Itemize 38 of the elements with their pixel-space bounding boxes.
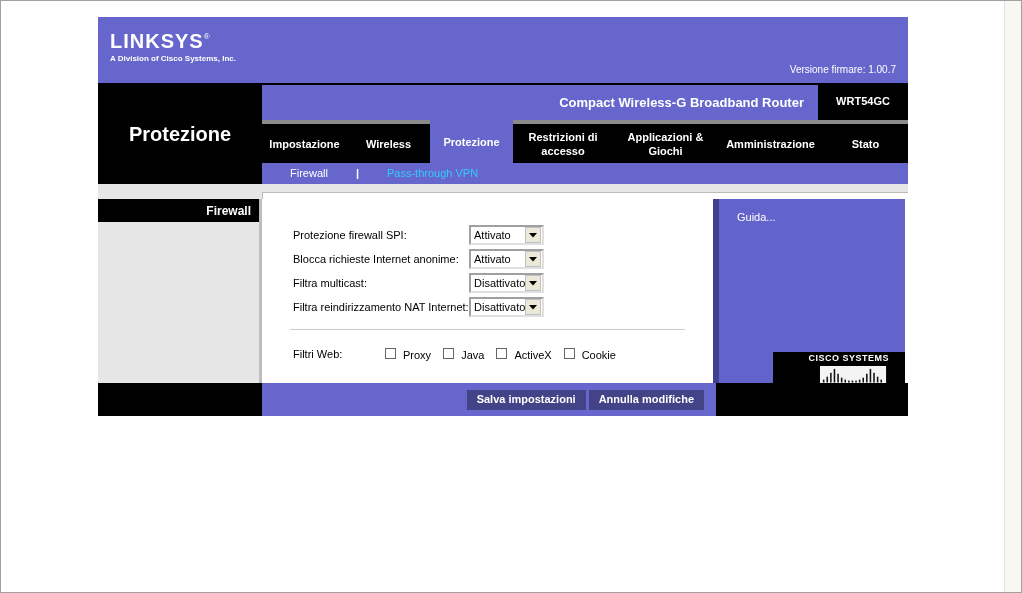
scrollbar[interactable]	[1004, 1, 1021, 592]
registered-mark: ®	[203, 31, 210, 41]
setting-label: Filtra reindirizzamento NAT Internet:	[293, 299, 469, 315]
setting-label: Blocca richieste Internet anonime:	[293, 251, 460, 267]
setting-select[interactable]: Disattivato	[469, 297, 544, 317]
setting-label: Protezione firewall SPI:	[293, 227, 408, 243]
checkbox[interactable]	[443, 348, 455, 360]
section-title: Protezione	[128, 121, 232, 147]
setting-select[interactable]: Disattivato	[469, 273, 544, 293]
tagline: A Division of Cisco Systems, Inc.	[110, 53, 236, 65]
checkbox[interactable]	[563, 348, 575, 360]
model-name: WRT54GC	[836, 94, 890, 110]
caret-icon	[525, 227, 541, 243]
product-name: Compact Wireless-G Broadband Router	[559, 93, 804, 112]
caret-icon	[525, 251, 541, 267]
checkbox[interactable]	[385, 348, 396, 360]
setting-select[interactable]: Attivato	[469, 249, 544, 269]
side-heading: Firewall	[206, 202, 251, 220]
subnav-link[interactable]: Firewall	[290, 165, 328, 182]
checkbox-label: ActiveX	[514, 348, 552, 363]
linksys-logo: LINKSYS	[110, 31, 204, 51]
checkbox-label: Cookie	[581, 348, 616, 363]
nav-tab[interactable]: Protezione	[430, 120, 513, 163]
checkbox[interactable]	[496, 348, 508, 360]
separator: |	[355, 166, 359, 182]
caret-icon	[525, 275, 541, 291]
checkbox-label: Java	[461, 348, 485, 363]
checkbox-label: Proxy	[403, 348, 432, 363]
setting-label: Filtra multicast:	[293, 275, 368, 291]
cisco-bars-icon	[819, 365, 889, 383]
firmware-version: Versione firmare: 1.00.7	[789, 63, 896, 77]
caret-icon	[525, 299, 541, 315]
setting-select[interactable]: Attivato	[469, 225, 544, 245]
web-filters-label: Filtri Web:	[293, 346, 344, 362]
action-button[interactable]: Salva impostazioni	[466, 389, 586, 410]
action-button[interactable]: Annulla modifiche	[588, 389, 704, 410]
cisco-logo-text: CISCO SYSTEMS	[808, 352, 889, 365]
help-link[interactable]: Guida...	[737, 209, 776, 226]
